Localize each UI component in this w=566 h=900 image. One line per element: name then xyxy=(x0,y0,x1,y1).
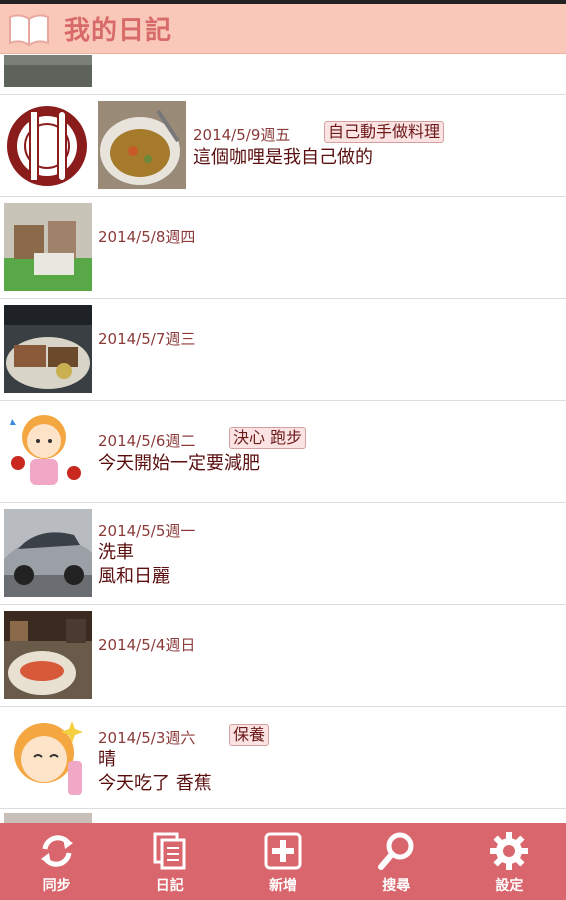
running-girl-icon xyxy=(4,407,92,495)
diary-book-icon xyxy=(9,13,49,46)
list-item[interactable]: 2014/5/9週五 自己動手做料理 這個咖哩是我自己做的 xyxy=(0,95,566,197)
tab-sync-label: 同步 xyxy=(42,878,71,894)
entry-text: 今天開始一定要減肥 xyxy=(98,453,260,474)
fork-plate-icon xyxy=(4,103,90,189)
add-icon xyxy=(264,832,302,870)
tab-search-label: 搜尋 xyxy=(382,878,411,894)
list-item-partial[interactable] xyxy=(0,809,566,823)
entry-text: 這個咖哩是我自己做的 xyxy=(193,147,373,168)
tab-settings-label: 設定 xyxy=(495,878,524,894)
search-icon xyxy=(378,832,414,870)
entry-date: 2014/5/3週六 xyxy=(98,729,196,747)
entry-date: 2014/5/4週日 xyxy=(98,636,196,654)
app-header: 我的日記 xyxy=(0,4,566,54)
list-item[interactable]: 2014/5/8週四 xyxy=(0,197,566,299)
diary-list[interactable]: 2014/5/9週五 自己動手做料理 這個咖哩是我自己做的 2014/5/8週四 xyxy=(0,55,566,823)
entry-photo xyxy=(4,509,92,597)
list-item[interactable]: 2014/5/7週三 xyxy=(0,299,566,401)
app-title: 我的日記 xyxy=(64,16,173,46)
entry-date: 2014/5/8週四 xyxy=(98,228,196,246)
entry-text: 洗車 xyxy=(98,542,134,563)
bottom-tab-bar: 同步 日記 新增 搜尋 設定 xyxy=(0,823,566,900)
entry-text: 今天吃了 香蕉 xyxy=(98,773,212,794)
entry-tag: 決心 跑步 xyxy=(229,427,307,449)
entry-photo xyxy=(4,203,92,291)
tab-sync[interactable]: 同步 xyxy=(0,823,113,900)
settings-icon xyxy=(490,832,529,870)
entry-photo xyxy=(4,55,92,87)
list-item[interactable]: 2014/5/4週日 xyxy=(0,605,566,707)
list-item-partial[interactable] xyxy=(0,55,566,95)
list-item[interactable]: 2014/5/3週六 保養 晴 今天吃了 香蕉 xyxy=(0,707,566,809)
entry-date: 2014/5/7週三 xyxy=(98,330,196,348)
tab-add[interactable]: 新增 xyxy=(226,823,339,900)
tab-diary-label: 日記 xyxy=(155,878,184,894)
entry-photo xyxy=(4,305,92,393)
skincare-girl-icon xyxy=(4,713,92,801)
entry-date: 2014/5/9週五 xyxy=(193,126,291,144)
tab-settings[interactable]: 設定 xyxy=(453,823,566,900)
entry-date: 2014/5/6週二 xyxy=(98,432,196,450)
entry-tag: 自己動手做料理 xyxy=(324,121,445,143)
sync-icon xyxy=(40,835,73,867)
entry-tag: 保養 xyxy=(229,724,270,746)
tab-diary[interactable]: 日記 xyxy=(113,823,226,900)
entry-photo xyxy=(98,101,186,189)
tab-search[interactable]: 搜尋 xyxy=(340,823,453,900)
entry-photo xyxy=(4,813,92,823)
list-item[interactable]: 2014/5/6週二 決心 跑步 今天開始一定要減肥 xyxy=(0,401,566,503)
diary-icon xyxy=(153,832,186,870)
entry-photo xyxy=(4,611,92,699)
list-item[interactable]: 2014/5/5週一 洗車 風和日麗 xyxy=(0,503,566,605)
entry-text: 風和日麗 xyxy=(98,566,170,587)
entry-text: 晴 xyxy=(98,749,116,770)
tab-add-label: 新增 xyxy=(269,878,297,894)
entry-date: 2014/5/5週一 xyxy=(98,522,196,540)
